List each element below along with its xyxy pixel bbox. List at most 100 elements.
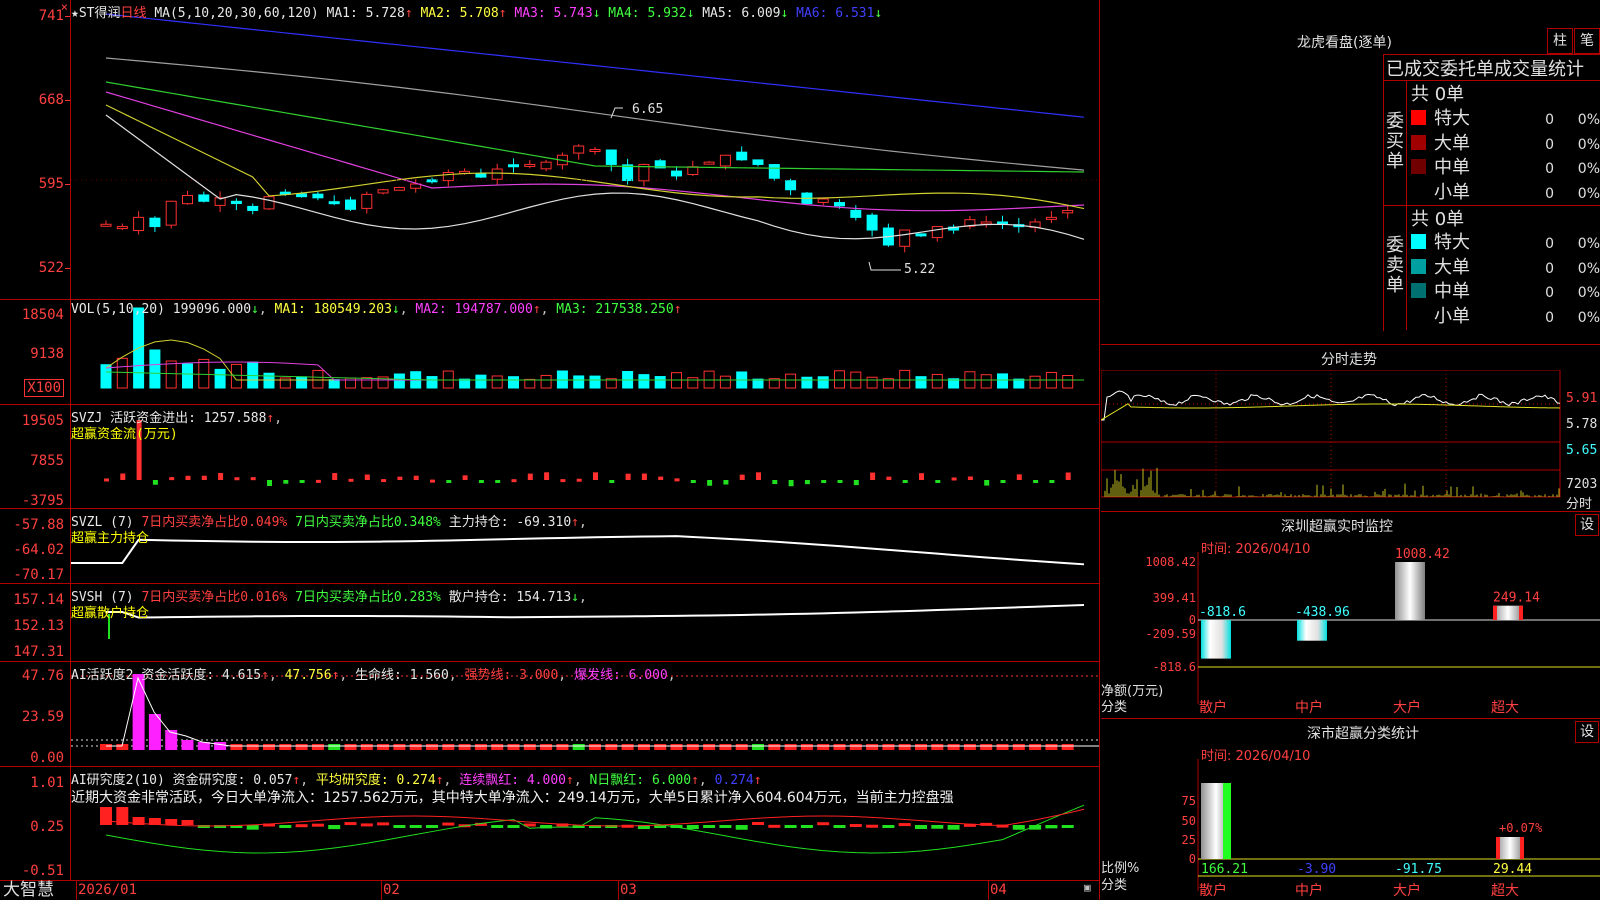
date-label: 03 [620,882,637,898]
value-label: 166.21 [1201,862,1248,877]
ai2-y-axis: 1.01 0.25 -0.51 [0,767,71,880]
sell-row: 小单 0 0% [1411,302,1600,328]
x-label: 分时 [1566,497,1593,512]
ma-value: MA2: 5.708 [412,6,499,21]
category-label: 散户 [1199,882,1227,899]
high-label: 6.65 [632,102,664,117]
y-label: 0.25 [30,819,64,835]
classify-panel[interactable]: 深市超赢分类统计 设 时间: 2026/04/10 75 50 25 0 +0.07% 1… [1101,719,1600,900]
category-label: 超大 [1491,700,1519,716]
ma-value: MA6: 6.531 [788,6,875,21]
classify-bar [1496,837,1524,859]
ma-value: MA1: 5.728 [326,6,405,21]
y-label: 23.59 [21,709,64,725]
ma-value: MA4: 5.932 [600,6,687,21]
sell-row: 中单 0 0% [1411,277,1600,303]
y-label: 1.01 [30,775,64,791]
close-icon[interactable]: × [61,0,68,14]
y-label: 47.76 [21,668,64,684]
svzj-y-axis: 19505 7855 -3795 [0,405,71,509]
y-label: 0.00 [30,750,64,766]
svzj-sub: 超赢资金流(万元) [71,427,178,442]
bar-mode-button[interactable]: 柱 [1547,28,1573,54]
ma-value: MA3: 5.743 [506,6,593,21]
ma-params: MA(5,10,20,30,60,120) [154,6,319,21]
y-label: -209.59 [1145,627,1196,641]
stock-name[interactable]: ST得润 [79,6,121,21]
monitor-panel[interactable]: 深圳超赢实时监控 设 时间: 2026/04/10 1008.42 399.41 0… [1101,512,1600,719]
value-label: 1008.42 [1395,547,1450,562]
y-label: -0.51 [21,863,64,879]
kline-panel[interactable]: 741 668 595 522 × ★ST得润日线 MA(5,10,20,30,… [0,0,1100,300]
svsh-panel[interactable]: 157.14 152.13 147.31 SVSH (7) 7日内买卖净占比0.… [0,584,1100,662]
kline-chart [71,13,1099,271]
sell-row: 特大 0 0% [1411,228,1600,254]
pct-label: +0.07% [1499,821,1543,835]
ma-values: MA1: 5.728↑ MA2: 5.708↑ MA3: 5.743↓ MA4:… [326,6,883,21]
category-label: 散户 [1199,699,1227,716]
ai1-header: AI活跃度2 资金活跃度: 4.615↑, 47.756↑, 生命线: 1.56… [71,668,676,683]
y-label: -57.88 [13,517,64,533]
value-label: -438.96 [1295,605,1350,620]
intraday-chart [1101,370,1561,498]
buy-orders-label: 委买单 [1386,111,1404,172]
svzl-panel[interactable]: -57.88 -64.02 -70.17 SVZL (7) 7日内买卖净占比0.… [0,509,1100,584]
period-label[interactable]: 日线 [120,6,146,21]
value-label: -91.75 [1395,862,1442,877]
category-label: 大户 [1393,699,1421,716]
intraday-title: 分时走势 [1321,352,1377,368]
date-label: 04 [990,882,1007,898]
y-label: 5.65 [1566,443,1598,458]
legend-swatch [1411,234,1426,249]
svzl-sub: 超赢主力持仓 [71,531,150,546]
category-label: 超大 [1491,883,1519,899]
kline-y-axis: 741 668 595 522 × [0,0,71,299]
value-label: -3.90 [1297,862,1336,877]
tick-mode-button[interactable]: 笔 [1574,28,1600,54]
category-label: 中户 [1295,882,1323,899]
y-label: 18504 [21,307,64,323]
legend-swatch [1411,258,1426,274]
date-label: 2026/01 [78,882,138,898]
classify-chart: 75 50 25 0 +0.07% 166.21 散户 -3.90 中户 -91.75 大户 29.4… [1182,759,1600,899]
buy-row: 大单 0 0% [1411,129,1600,155]
y-label: 19505 [21,413,64,429]
svsh-y-axis: 157.14 152.13 147.31 [0,584,71,661]
date-label: 02 [383,882,400,898]
y-label: -64.02 [13,542,64,558]
ai2-header: AI研究度2(10) 资金研究度: 0.057↑, 平均研究度: 0.274↑,… [71,773,762,788]
y-label: 0 [1189,852,1196,866]
intraday-panel[interactable]: 分时走势 5.91 5.78 5.65 7203 分时 [1101,345,1600,512]
ai-activity-panel[interactable]: 47.76 23.59 0.00 AI活跃度2 资金活跃度: 4.615↑, 4… [0,662,1100,767]
date-axis: 大智慧 2026/01 02 03 04 ▣ [0,881,1100,900]
y-label: 75 [1182,794,1196,808]
vol-unit: X100 [24,379,64,397]
value-label: 29.44 [1493,862,1532,877]
ai1-y-axis: 47.76 23.59 0.00 [0,662,71,766]
y-label: 522 [38,260,64,276]
svzj-panel[interactable]: 19505 7855 -3795 SVZJ 活跃资金进出: 1257.588↑,… [0,405,1100,509]
svsh-sub: 超赢散户持仓 [71,606,150,621]
y-label: 157.14 [13,592,64,608]
legend-swatch [1411,283,1426,298]
legend-swatch [1411,184,1426,199]
ma-header: ★ST得润日线 MA(5,10,20,30,60,120) MA1: 5.728… [71,2,882,21]
y-label: 5.91 [1566,391,1598,406]
value-label: -818.6 [1199,605,1246,620]
y-label: 399.41 [1153,591,1196,605]
y-label: 9138 [30,346,64,362]
y-label: -818.6 [1153,660,1196,674]
lock-icon[interactable]: ▣ [1084,881,1091,894]
side-label: 分类 [1101,700,1128,715]
vol-panel[interactable]: 18504 9138 X100 VOL(5,10,20) 199096.000↓… [0,300,1100,405]
monitor-bar [1493,605,1523,620]
vol-y-axis: 18504 9138 X100 [0,300,71,404]
value-label: 249.14 [1493,591,1540,606]
ai-research-panel[interactable]: 1.01 0.25 -0.51 AI研究度2(10) 资金研究度: 0.057↑… [0,767,1100,881]
ma-value: MA5: 6.009 [694,6,781,21]
monitor-chart: 1008.42399.410-209.59-818.6-818.6散户-438.… [1145,547,1600,716]
monitor-bar [1395,562,1425,620]
legend-swatch [1411,134,1426,150]
legend-swatch [1411,308,1426,323]
category-label: 中户 [1295,699,1323,716]
